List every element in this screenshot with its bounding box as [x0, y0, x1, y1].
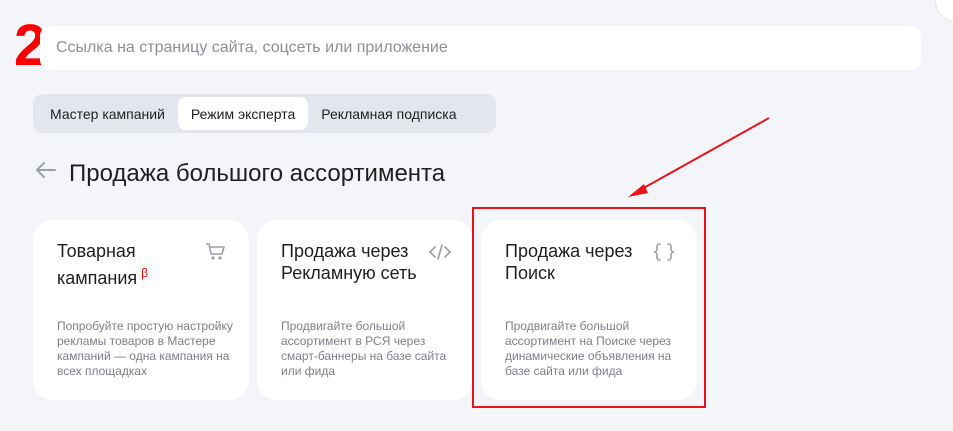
corner-button[interactable]: [935, 0, 953, 22]
site-url-input[interactable]: Ссылка на страницу сайта, соцсеть или пр…: [40, 26, 921, 70]
page-title: Продажа большого ассортимента: [69, 160, 446, 187]
card-ad-network-sales[interactable]: Продажа через Рекламную сеть Продвигайте…: [257, 220, 473, 400]
card-description: Попробуйте простую настройку рекламы тов…: [57, 319, 233, 378]
cart-icon: [206, 243, 225, 260]
mode-tabs: Мастер кампаний Режим эксперта Рекламная…: [33, 94, 496, 133]
card-description: Продвигайте большой ассортимент в РСЯ че…: [281, 319, 447, 378]
site-url-placeholder: Ссылка на страницу сайта, соцсеть или пр…: [56, 39, 448, 56]
back-arrow-icon[interactable]: [35, 160, 57, 180]
card-title: Продажа через Рекламную сеть: [281, 241, 417, 283]
beta-badge: β: [141, 266, 149, 280]
tab-expert-mode[interactable]: Режим эксперта: [177, 97, 309, 130]
card-product-campaign[interactable]: Товарная кампания β Попробуйте простую на…: [33, 220, 249, 400]
annotation-highlight-box: [472, 207, 706, 408]
code-icon: [429, 244, 451, 260]
tab-campaign-master[interactable]: Мастер кампаний: [37, 97, 178, 130]
tab-ad-subscription[interactable]: Рекламная подписка: [308, 97, 469, 130]
card-title: Товарная кампания β: [57, 241, 149, 288]
